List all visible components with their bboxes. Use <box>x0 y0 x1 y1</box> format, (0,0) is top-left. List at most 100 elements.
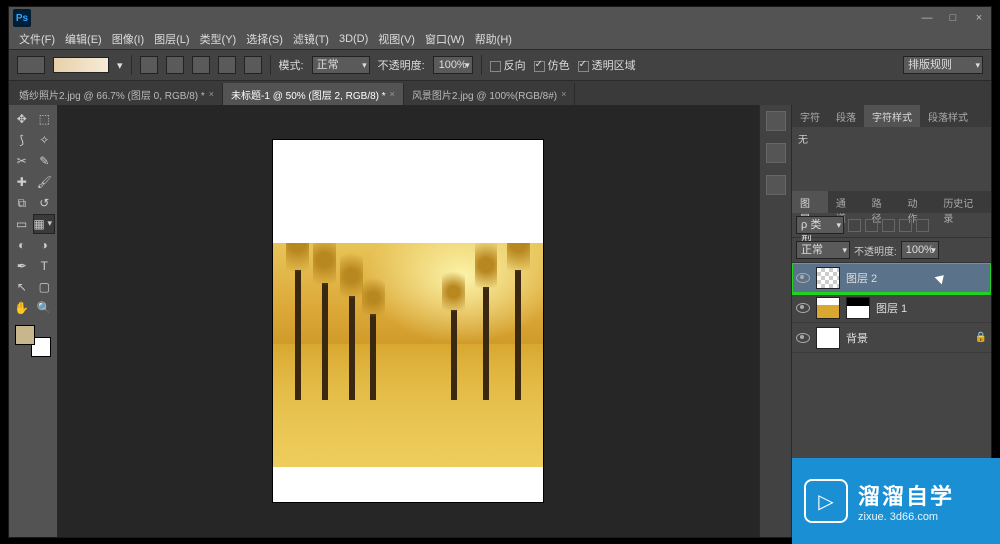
type-tool[interactable]: T <box>34 256 56 276</box>
doc-tab-2[interactable]: 风景图片2.jpg @ 100%(RGB/8#)× <box>404 83 575 105</box>
filter-smart-icon[interactable] <box>916 219 929 232</box>
menu-filter[interactable]: 滤镜(T) <box>289 29 333 49</box>
close-button[interactable]: × <box>971 12 987 24</box>
visibility-icon[interactable] <box>796 301 810 315</box>
tool-preset-picker[interactable] <box>17 56 45 74</box>
zoom-tool[interactable]: 🔍 <box>34 298 56 318</box>
minimize-button[interactable]: — <box>919 12 935 24</box>
watermark: ▷ 溜溜自学 zixue. 3d66.com <box>792 458 1000 544</box>
play-icon: ▷ <box>804 479 848 523</box>
crop-tool[interactable]: ✂ <box>11 151 33 171</box>
app-logo: Ps <box>13 9 31 27</box>
tab-layers[interactable]: 图层 <box>792 191 828 213</box>
layer-name[interactable]: 图层 2 <box>846 270 877 286</box>
opacity-label: 不透明度: <box>378 57 425 73</box>
layer-row-1[interactable]: 图层 1 <box>792 293 991 323</box>
maximize-button[interactable]: □ <box>945 12 961 24</box>
blur-tool[interactable]: ◐ <box>11 235 33 255</box>
tab-para-style[interactable]: 段落样式 <box>920 105 976 127</box>
reverse-checkbox[interactable]: 反向 <box>490 57 526 73</box>
filter-pixel-icon[interactable] <box>848 219 861 232</box>
arrange-select[interactable]: 排版规则 <box>903 56 983 74</box>
close-icon[interactable]: × <box>209 89 214 99</box>
canvas[interactable] <box>57 105 759 537</box>
filter-adjust-icon[interactable] <box>865 219 878 232</box>
tab-char[interactable]: 字符 <box>792 105 828 127</box>
doc-tab-1[interactable]: 未标题-1 @ 50% (图层 2, RGB/8) *× <box>223 83 404 105</box>
filter-type-icon[interactable] <box>882 219 895 232</box>
layer-filter-row: ρ 类型 <box>792 213 991 238</box>
visibility-icon[interactable] <box>796 271 810 285</box>
eyedropper-tool[interactable]: ✎ <box>34 151 56 171</box>
layer-thumb[interactable] <box>816 267 840 289</box>
stamp-tool[interactable]: ⧉ <box>11 193 33 213</box>
layer-panel-tabs: 图层 通道 路径 动作 历史记录 <box>792 191 991 213</box>
layer-mask-thumb[interactable] <box>846 297 870 319</box>
tab-channels[interactable]: 通道 <box>828 191 864 213</box>
heal-tool[interactable]: ✚ <box>11 172 33 192</box>
options-bar: ▾ 模式: 正常 不透明度: 100% 反向 仿色 透明区域 排版规则 <box>9 49 991 81</box>
gradient-picker[interactable] <box>53 57 109 73</box>
menu-3d[interactable]: 3D(D) <box>335 31 372 47</box>
gradient-radial-icon[interactable] <box>166 56 184 74</box>
gradient-diamond-icon[interactable] <box>244 56 262 74</box>
history-brush-tool[interactable]: ↺ <box>34 193 56 213</box>
char-style-none[interactable]: 无 <box>798 131 985 146</box>
brush-tool[interactable]: 🖌 <box>34 172 56 192</box>
layer-row-2[interactable]: 图层 2 <box>792 263 991 293</box>
transparency-checkbox[interactable]: 透明区域 <box>578 57 636 73</box>
menu-layer[interactable]: 图层(L) <box>150 29 193 49</box>
watermark-title: 溜溜自学 <box>858 479 954 511</box>
color-swatches[interactable] <box>13 323 53 359</box>
opacity-input[interactable]: 100% <box>433 56 473 74</box>
close-icon[interactable]: × <box>561 89 566 99</box>
paragraph-icon[interactable] <box>766 175 786 195</box>
tab-paths[interactable]: 路径 <box>864 191 900 213</box>
close-icon[interactable]: × <box>390 89 395 99</box>
menu-file[interactable]: 文件(F) <box>15 29 59 49</box>
filter-shape-icon[interactable] <box>899 219 912 232</box>
gradient-angle-icon[interactable] <box>192 56 210 74</box>
titlebar: Ps — □ × <box>9 7 991 29</box>
path-tool[interactable]: ↖ <box>11 277 33 297</box>
tab-char-style[interactable]: 字符样式 <box>864 105 920 127</box>
tab-history[interactable]: 历史记录 <box>935 191 991 213</box>
shape-tool[interactable]: ▢ <box>34 277 56 297</box>
menu-select[interactable]: 选择(S) <box>242 29 287 49</box>
menu-image[interactable]: 图像(I) <box>108 29 148 49</box>
tab-para[interactable]: 段落 <box>828 105 864 127</box>
layer-name[interactable]: 图层 1 <box>876 300 907 316</box>
layer-opacity-input[interactable]: 100% <box>901 241 939 259</box>
eraser-tool[interactable]: ▭ <box>11 214 32 234</box>
document-tabs: 婚纱照片2.jpg @ 66.7% (图层 0, RGB/8) *× 未标题-1… <box>9 81 991 105</box>
tab-actions[interactable]: 动作 <box>899 191 935 213</box>
visibility-icon[interactable] <box>796 331 810 345</box>
gradient-tool[interactable]: ▦ <box>33 214 55 234</box>
menu-edit[interactable]: 编辑(E) <box>61 29 106 49</box>
wand-tool[interactable]: ✧ <box>34 130 56 150</box>
gradient-linear-icon[interactable] <box>140 56 158 74</box>
dither-checkbox[interactable]: 仿色 <box>534 57 570 73</box>
doc-tab-0[interactable]: 婚纱照片2.jpg @ 66.7% (图层 0, RGB/8) *× <box>11 83 223 105</box>
layer-kind-select[interactable]: ρ 类型 <box>796 216 844 234</box>
tools-panel: ✥⬚ ⟆✧ ✂✎ ✚🖌 ⧉↺ ▭▦ ◐◑ ✒T ↖▢ ✋🔍 <box>9 105 57 537</box>
move-tool[interactable]: ✥ <box>11 109 33 129</box>
hand-tool[interactable]: ✋ <box>11 298 33 318</box>
swatches-icon[interactable] <box>766 143 786 163</box>
history-icon[interactable] <box>766 111 786 131</box>
lasso-tool[interactable]: ⟆ <box>11 130 33 150</box>
layer-row-bg[interactable]: 背景 🔒 <box>792 323 991 353</box>
menu-view[interactable]: 视图(V) <box>374 29 419 49</box>
menu-window[interactable]: 窗口(W) <box>421 29 469 49</box>
layer-name[interactable]: 背景 <box>846 330 868 346</box>
gradient-reflected-icon[interactable] <box>218 56 236 74</box>
blend-mode-select[interactable]: 正常 <box>312 56 370 74</box>
menu-help[interactable]: 帮助(H) <box>471 29 516 49</box>
layer-thumb[interactable] <box>816 327 840 349</box>
layer-thumb[interactable] <box>816 297 840 319</box>
menu-type[interactable]: 类型(Y) <box>196 29 241 49</box>
layer-blend-select[interactable]: 正常 <box>796 241 850 259</box>
dodge-tool[interactable]: ◑ <box>34 235 56 255</box>
pen-tool[interactable]: ✒ <box>11 256 33 276</box>
marquee-tool[interactable]: ⬚ <box>34 109 56 129</box>
